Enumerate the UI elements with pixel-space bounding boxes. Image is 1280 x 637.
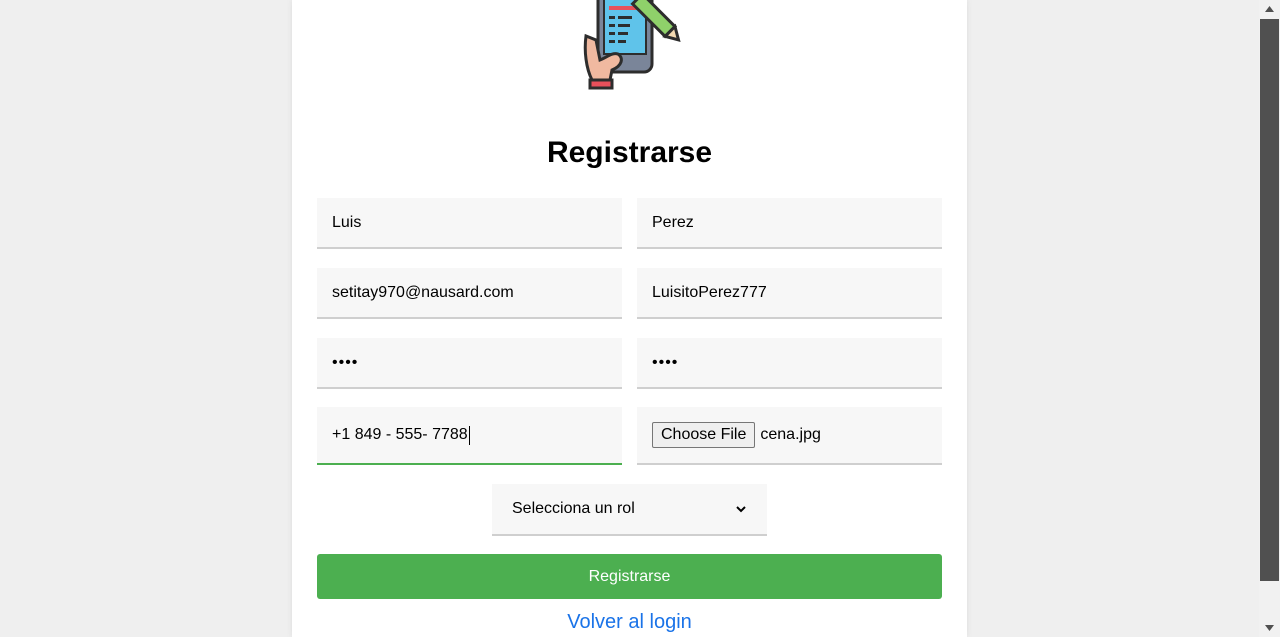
scroll-up-arrow-icon[interactable] (1259, 0, 1280, 18)
phone-value: +1 849 - 555- 7788 (332, 426, 468, 443)
confirm-password-value: •••• (652, 353, 679, 371)
phone-edit-icon (583, 0, 681, 90)
email-value: setitay970@nausard.com (332, 283, 514, 301)
role-select-value: Selecciona un rol (512, 500, 635, 517)
scroll-down-arrow-icon[interactable] (1259, 619, 1280, 637)
back-to-login-link[interactable]: Volver al login (292, 611, 967, 634)
last-name-value: Perez (652, 213, 694, 231)
choose-file-button[interactable]: Choose File (652, 422, 756, 448)
username-value: LuisitoPerez777 (652, 283, 767, 301)
chevron-down-icon (736, 506, 746, 513)
phone-input[interactable]: +1 849 - 555- 7788 (317, 407, 622, 465)
file-name: cena.jpg (760, 426, 821, 443)
confirm-password-input[interactable]: •••• (637, 338, 942, 389)
role-select[interactable]: Selecciona un rol (492, 484, 767, 536)
last-name-input[interactable]: Perez (637, 198, 942, 249)
username-input[interactable]: LuisitoPerez777 (637, 268, 942, 319)
register-button[interactable]: Registrarse (317, 554, 942, 599)
password-value: •••• (332, 353, 359, 371)
email-input[interactable]: setitay970@nausard.com (317, 268, 622, 319)
register-card: Registrarse Luis Perez setitay970@nausar… (292, 0, 967, 637)
file-input[interactable]: Choose File cena.jpg (637, 407, 942, 465)
first-name-value: Luis (332, 213, 362, 231)
first-name-input[interactable]: Luis (317, 198, 622, 249)
text-caret (468, 425, 470, 445)
vertical-scrollbar[interactable] (1259, 0, 1280, 637)
page-title: Registrarse (546, 136, 713, 169)
password-input[interactable]: •••• (317, 338, 622, 389)
scroll-thumb[interactable] (1260, 19, 1279, 581)
